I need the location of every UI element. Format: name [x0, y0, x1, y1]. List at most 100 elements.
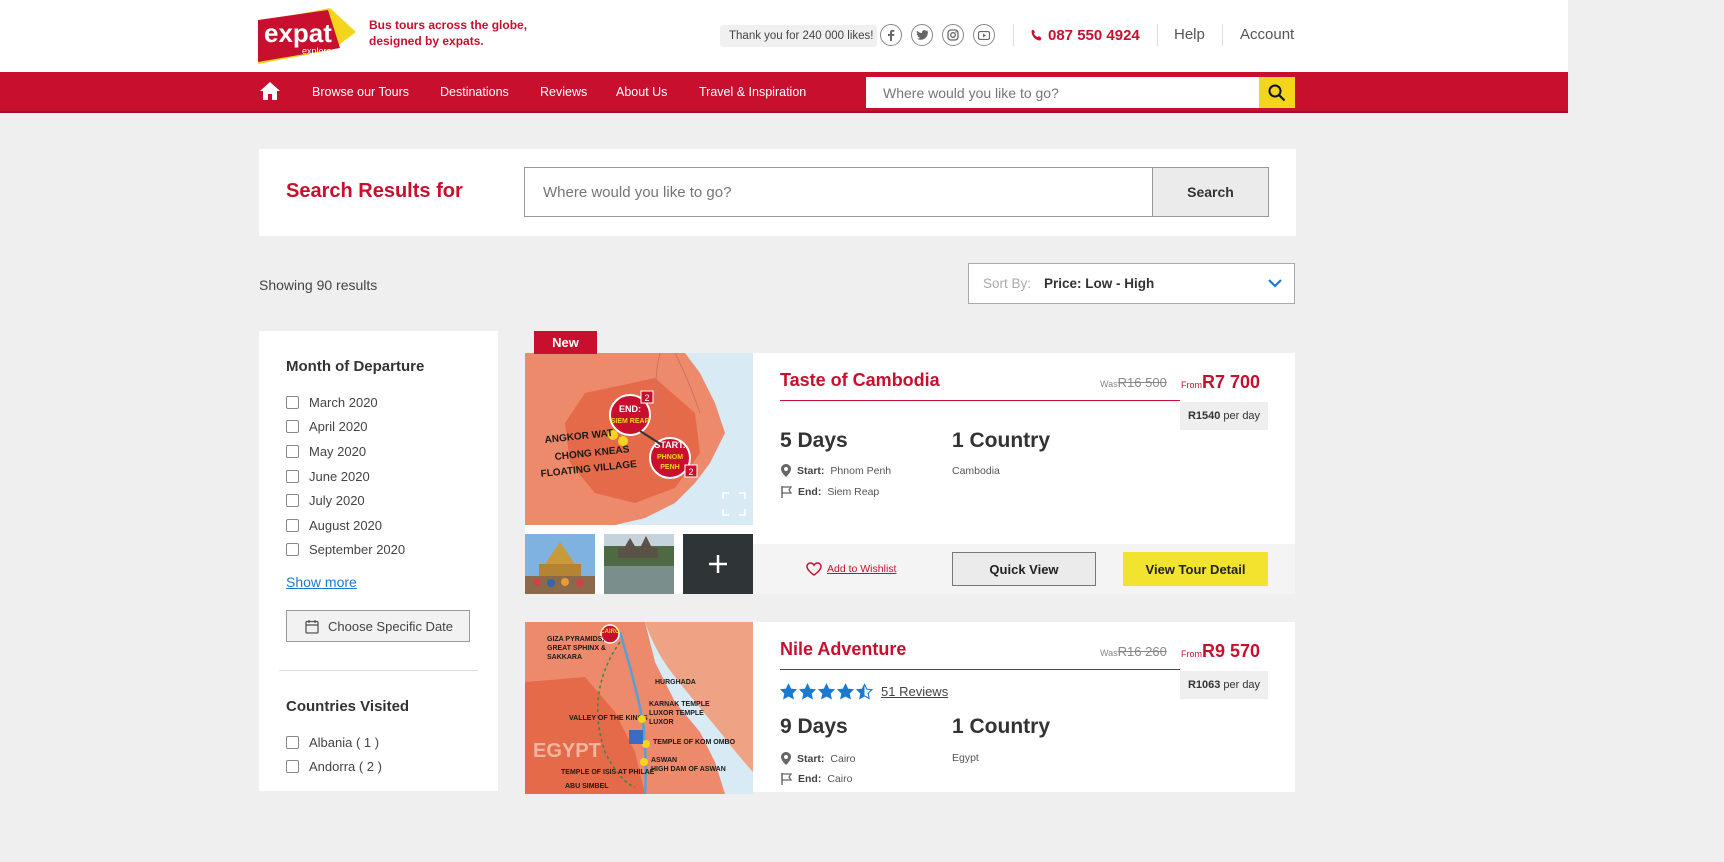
chevron-down-icon [1268, 279, 1282, 288]
add-to-wishlist-link[interactable]: Add to Wishlist [806, 562, 896, 576]
option-label: March 2020 [309, 394, 378, 410]
phone-text: 087 550 4924 [1048, 26, 1140, 44]
country-filter-option[interactable]: Albania ( 1 ) [286, 734, 379, 750]
country-filter-option[interactable]: Andorra ( 2 ) [286, 758, 382, 774]
choose-date-button[interactable]: Choose Specific Date [286, 610, 470, 642]
option-label: April 2020 [309, 418, 368, 434]
star-icon [837, 683, 854, 700]
checkbox[interactable] [286, 493, 299, 507]
sort-label: Sort By: [983, 276, 1032, 291]
month-filter-option[interactable]: June 2020 [286, 468, 370, 484]
nav-about-us[interactable]: About Us [616, 84, 667, 100]
tour-map-image[interactable]: END: SIEM REAP START: PHNOM PENH 2 2 ANG… [525, 353, 753, 525]
tour-card: END: SIEM REAP START: PHNOM PENH 2 2 ANG… [525, 353, 1295, 594]
nav-search-button[interactable] [1259, 77, 1295, 108]
checkbox[interactable] [286, 469, 299, 483]
checkbox[interactable] [286, 419, 299, 433]
map-label: TEMPLE OF KOM OMBO [653, 739, 736, 746]
divider [1157, 24, 1158, 46]
tour-duration: 5 Days [780, 429, 848, 452]
map-label: PHNOM [657, 454, 683, 461]
quick-view-button[interactable]: Quick View [952, 552, 1096, 586]
start-label: Start: [797, 752, 825, 765]
divider [1222, 24, 1223, 46]
option-label: May 2020 [309, 443, 367, 459]
view-tour-detail-button[interactable]: View Tour Detail [1123, 552, 1268, 586]
option-label: Andorra ( 2 ) [309, 758, 382, 774]
start-location: Cairo [830, 752, 856, 765]
search-icon [1268, 84, 1286, 101]
map-label: END: [619, 404, 641, 414]
results-search-input[interactable] [524, 167, 1153, 217]
show-more-link[interactable]: Show more [286, 574, 357, 590]
tour-map-image[interactable]: CAIRO GIZA PYRAMIDS, GREAT SPHINX & SAKK… [525, 622, 753, 794]
nav-browse-tours[interactable]: Browse our Tours [312, 84, 409, 100]
tour-duration: 9 Days [780, 715, 848, 738]
map-label: LUXOR TEMPLE [649, 710, 704, 717]
phone-number[interactable]: 087 550 4924 [1030, 24, 1140, 46]
main-nav: Browse our Tours Destinations Reviews Ab… [0, 72, 1568, 113]
search-results-title: Search Results for [286, 180, 463, 202]
checkbox[interactable] [286, 444, 299, 458]
star-icon [818, 683, 835, 700]
location-pin-icon [781, 752, 791, 765]
month-filter-option[interactable]: April 2020 [286, 418, 368, 434]
option-label: Albania ( 1 ) [309, 734, 380, 750]
month-filter-option[interactable]: July 2020 [286, 492, 365, 508]
per-day-price: R1540 per day [1180, 402, 1268, 430]
month-filter-option[interactable]: March 2020 [286, 394, 378, 410]
account-link[interactable]: Account [1240, 25, 1294, 45]
youtube-icon[interactable] [973, 24, 995, 46]
month-filter-option[interactable]: September 2020 [286, 541, 405, 557]
was-price: R16 260 [1117, 644, 1167, 659]
nav-destinations[interactable]: Destinations [440, 84, 509, 100]
expat-explore-logo[interactable]: expat explore [258, 8, 356, 64]
option-label: July 2020 [309, 492, 365, 508]
per-day-amount: R1540 [1187, 410, 1221, 422]
more-photos-thumbnail[interactable] [683, 534, 753, 594]
twitter-icon[interactable] [911, 24, 933, 46]
tour-end: End: Siem Reap [781, 486, 879, 498]
countries-visited-heading: Countries Visited [286, 698, 410, 715]
tour-start: Start: Phnom Penh [781, 464, 891, 477]
tour-photo-thumbnail[interactable] [604, 534, 674, 594]
instagram-icon[interactable] [942, 24, 964, 46]
help-link[interactable]: Help [1174, 25, 1205, 45]
map-label: TEMPLE OF ISIS AT PHILAE [561, 769, 655, 776]
heart-icon [806, 562, 822, 576]
option-label: June 2020 [309, 468, 370, 484]
month-filter-option[interactable]: May 2020 [286, 443, 366, 459]
filter-sidebar: Month of Departure March 2020 April 2020… [259, 331, 498, 791]
per-day-label: per day [1223, 410, 1261, 422]
checkbox[interactable] [286, 759, 299, 773]
top-header: expat explore Bus tours across the globe… [0, 0, 1568, 72]
checkbox[interactable] [286, 518, 299, 532]
tour-title[interactable]: Nile Adventure [780, 639, 906, 660]
tour-end: End: Cairo [781, 773, 852, 785]
map-label: CAIRO [600, 629, 620, 635]
from-price-block: FromR9 570 [1181, 641, 1260, 662]
results-count: Showing 90 results [259, 277, 378, 293]
checkbox[interactable] [286, 542, 299, 556]
home-icon[interactable] [259, 81, 281, 101]
nav-reviews[interactable]: Reviews [540, 84, 587, 100]
month-filter-option[interactable]: August 2020 [286, 517, 382, 533]
was-price-block: WasR16 500 [1100, 375, 1167, 390]
nav-search-input[interactable] [866, 77, 1260, 108]
from-label: From [1181, 649, 1202, 659]
checkbox[interactable] [286, 395, 299, 409]
sort-dropdown[interactable]: Sort By: Price: Low - High [968, 263, 1295, 304]
was-price-block: WasR16 260 [1100, 644, 1167, 659]
facebook-icon[interactable] [880, 24, 902, 46]
checkbox[interactable] [286, 735, 299, 749]
reviews-link[interactable]: 51 Reviews [881, 684, 948, 699]
end-label: End: [798, 773, 822, 785]
plus-icon [709, 555, 727, 573]
map-label: HURGHADA [655, 679, 696, 686]
nav-travel-inspiration[interactable]: Travel & Inspiration [699, 84, 806, 100]
tour-start: Start: Cairo [781, 752, 856, 765]
search-results-panel: Search Results for Search [259, 149, 1296, 236]
tour-photo-thumbnail[interactable] [525, 534, 595, 594]
tour-title[interactable]: Taste of Cambodia [780, 370, 940, 391]
results-search-button[interactable]: Search [1152, 167, 1269, 217]
